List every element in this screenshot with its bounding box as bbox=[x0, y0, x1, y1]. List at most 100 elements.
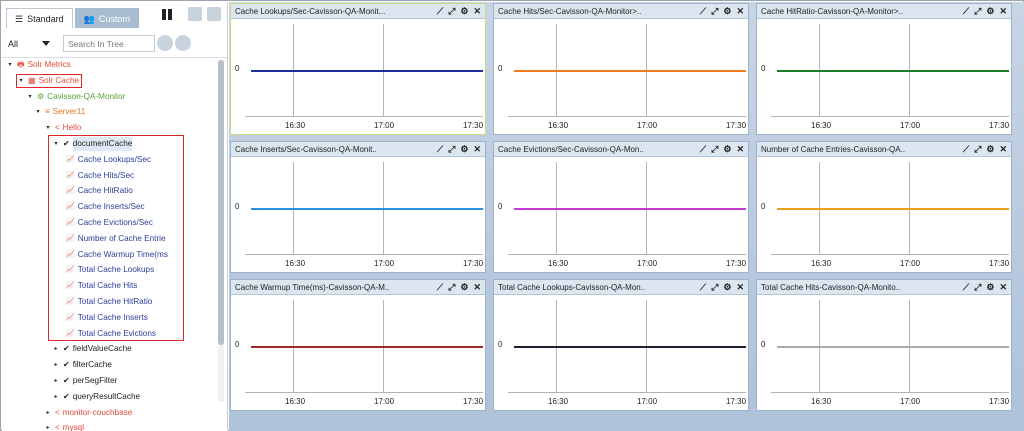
maximize-icon[interactable]: ⤢ bbox=[974, 281, 981, 294]
caret-down-icon[interactable]: ▾ bbox=[44, 121, 52, 135]
tree-node-label: Solr Cache bbox=[38, 75, 80, 85]
caret-down-icon[interactable]: ▾ bbox=[17, 74, 25, 88]
gear-icon[interactable]: ⚙ bbox=[723, 5, 731, 18]
chart-panel[interactable]: Total Cache Hits-Cavisson-QA-Monito.. ⟋ … bbox=[756, 279, 1012, 411]
y-tick-label: 0 bbox=[498, 64, 503, 73]
trend-icon[interactable]: ⟋ bbox=[437, 281, 443, 294]
close-icon[interactable]: ✕ bbox=[999, 5, 1007, 18]
tree-node[interactable]: ▾ < Hello bbox=[44, 121, 81, 135]
close-icon[interactable]: ✕ bbox=[736, 5, 744, 18]
search-input[interactable] bbox=[63, 35, 155, 52]
maximize-icon[interactable]: ⤢ bbox=[448, 143, 455, 156]
panel-toolbar: ⟋ ⤢ ⚙ ✕ bbox=[963, 281, 1007, 294]
chart-panel-header: Cache Warmup Time(ms)-Cavisson-QA-M.. ⟋ … bbox=[231, 280, 485, 295]
gear-icon[interactable]: ⚙ bbox=[986, 281, 994, 294]
chart-panel[interactable]: Number of Cache Entries-Cavisson-QA.. ⟋ … bbox=[756, 141, 1012, 273]
chart-title: Cache HitRatio-Cavisson-QA-Monitor>.. bbox=[761, 7, 904, 16]
caret-right-icon[interactable]: ▸ bbox=[44, 406, 52, 420]
caret-right-icon[interactable]: ▸ bbox=[44, 421, 52, 431]
gear-icon[interactable]: ⚙ bbox=[986, 143, 994, 156]
tree-node[interactable]: ▸ ✔ fieldValueCache bbox=[52, 342, 132, 356]
gear-icon[interactable]: ⚙ bbox=[723, 281, 731, 294]
tree-node[interactable]: ▸ ✔ queryResultCache bbox=[52, 390, 140, 404]
chart-plot: 0 16:30 17:00 17:30 bbox=[757, 296, 1011, 410]
x-tick-label: 16:30 bbox=[285, 259, 306, 268]
chart-title: Cache Inserts/Sec-Cavisson-QA-Monit.. bbox=[235, 145, 377, 154]
maximize-icon[interactable]: ⤢ bbox=[711, 5, 718, 18]
gear-icon[interactable]: ⚙ bbox=[460, 281, 468, 294]
x-tick-label: 17:00 bbox=[374, 121, 395, 130]
tree-node-label: Server11 bbox=[52, 107, 86, 117]
tree-node[interactable]: ▸ ✔ perSegFilter bbox=[52, 374, 117, 388]
tab-custom[interactable]: 👥 Custom bbox=[74, 8, 139, 28]
tab-standard[interactable]: ☰ Standard bbox=[6, 8, 73, 28]
tree-node[interactable]: ▾ ▦ Solr Cache bbox=[16, 73, 83, 88]
chart-panel[interactable]: Cache Lookups/Sec-Cavisson-QA-Monit... ⟋… bbox=[230, 3, 486, 135]
chart-panel[interactable]: Cache HitRatio-Cavisson-QA-Monitor>.. ⟋ … bbox=[756, 3, 1012, 135]
trend-icon[interactable]: ⟋ bbox=[963, 5, 969, 18]
trend-icon[interactable]: ⟋ bbox=[700, 281, 706, 294]
gears-icon: ⚙ bbox=[37, 91, 45, 101]
caret-right-icon[interactable]: ▸ bbox=[52, 358, 60, 372]
tree-node[interactable]: ▾ 🖶 Solr Metrics bbox=[6, 58, 70, 72]
chart-panel[interactable]: Cache Hits/Sec-Cavisson-QA-Monitor>.. ⟋ … bbox=[493, 3, 749, 135]
close-icon[interactable]: ✕ bbox=[999, 281, 1007, 294]
gear-icon[interactable]: ⚙ bbox=[460, 5, 468, 18]
tree-node[interactable]: ▸ < monitor-couchbase bbox=[44, 406, 132, 420]
maximize-icon[interactable]: ⤢ bbox=[448, 281, 455, 294]
chart-title: Cache Warmup Time(ms)-Cavisson-QA-M.. bbox=[235, 283, 390, 292]
maximize-icon[interactable]: ⤢ bbox=[711, 143, 718, 156]
collapse-button[interactable] bbox=[188, 7, 202, 21]
tree-node[interactable]: ▾ ≡ Server11 bbox=[34, 105, 85, 119]
x-tick-label: 17:00 bbox=[900, 397, 921, 406]
grid-icon: ▦ bbox=[28, 75, 36, 85]
maximize-icon[interactable]: ⤢ bbox=[974, 5, 981, 18]
users-icon: 👥 bbox=[83, 13, 95, 24]
caret-down-icon[interactable]: ▾ bbox=[6, 58, 14, 72]
gear-icon[interactable]: ⚙ bbox=[460, 143, 468, 156]
chart-title: Total Cache Hits-Cavisson-QA-Monito.. bbox=[761, 283, 901, 292]
close-icon[interactable]: ✕ bbox=[736, 143, 744, 156]
scrollbar[interactable] bbox=[218, 60, 224, 402]
expand-button[interactable] bbox=[207, 7, 221, 21]
maximize-icon[interactable]: ⤢ bbox=[711, 281, 718, 294]
trend-icon[interactable]: ⟋ bbox=[963, 143, 969, 156]
chart-panel[interactable]: Cache Evictions/Sec-Cavisson-QA-Mon.. ⟋ … bbox=[493, 141, 749, 273]
search-button[interactable] bbox=[157, 35, 173, 51]
y-tick-label: 0 bbox=[761, 202, 766, 211]
close-icon[interactable]: ✕ bbox=[999, 143, 1007, 156]
trend-icon[interactable]: ⟋ bbox=[700, 5, 706, 18]
trend-icon[interactable]: ⟋ bbox=[700, 143, 706, 156]
trend-icon[interactable]: ⟋ bbox=[437, 143, 443, 156]
clear-button[interactable] bbox=[175, 35, 191, 51]
panel-toolbar: ⟋ ⤢ ⚙ ✕ bbox=[437, 281, 481, 294]
caret-right-icon[interactable]: ▸ bbox=[52, 390, 60, 404]
trend-icon[interactable]: ⟋ bbox=[437, 5, 443, 18]
chart-panel[interactable]: Cache Inserts/Sec-Cavisson-QA-Monit.. ⟋ … bbox=[230, 141, 486, 273]
filter-select[interactable]: All bbox=[8, 35, 58, 53]
tree-node-label: Cavisson-QA-Monitor bbox=[47, 91, 126, 101]
caret-down-icon[interactable]: ▾ bbox=[34, 105, 42, 119]
trend-icon[interactable]: ⟋ bbox=[963, 281, 969, 294]
tree-node-label: fieldValueCache bbox=[72, 344, 132, 354]
caret-right-icon[interactable]: ▸ bbox=[52, 342, 60, 356]
tree-node[interactable]: ▸ < mysql bbox=[44, 421, 84, 431]
chart-panel[interactable]: Cache Warmup Time(ms)-Cavisson-QA-M.. ⟋ … bbox=[230, 279, 486, 411]
maximize-icon[interactable]: ⤢ bbox=[448, 5, 455, 18]
tree-node[interactable]: ▸ ✔ filterCache bbox=[52, 358, 111, 372]
caret-down-icon[interactable]: ▾ bbox=[26, 90, 34, 104]
chart-panel[interactable]: Total Cache Lookups-Cavisson-QA-Mon.. ⟋ … bbox=[493, 279, 749, 411]
series-line bbox=[777, 346, 1009, 348]
caret-right-icon[interactable]: ▸ bbox=[52, 374, 60, 388]
close-icon[interactable]: ✕ bbox=[473, 281, 481, 294]
tree-node[interactable]: ▾ ⚙ Cavisson-QA-Monitor bbox=[26, 90, 125, 104]
pause-icon[interactable] bbox=[162, 9, 174, 21]
close-icon[interactable]: ✕ bbox=[736, 281, 744, 294]
maximize-icon[interactable]: ⤢ bbox=[974, 143, 981, 156]
close-icon[interactable]: ✕ bbox=[473, 143, 481, 156]
gear-icon[interactable]: ⚙ bbox=[723, 143, 731, 156]
close-icon[interactable]: ✕ bbox=[473, 5, 481, 18]
gear-icon[interactable]: ⚙ bbox=[986, 5, 994, 18]
scrollbar-thumb[interactable] bbox=[218, 60, 224, 345]
chart-plot: 0 16:30 17:00 17:30 bbox=[757, 20, 1011, 134]
